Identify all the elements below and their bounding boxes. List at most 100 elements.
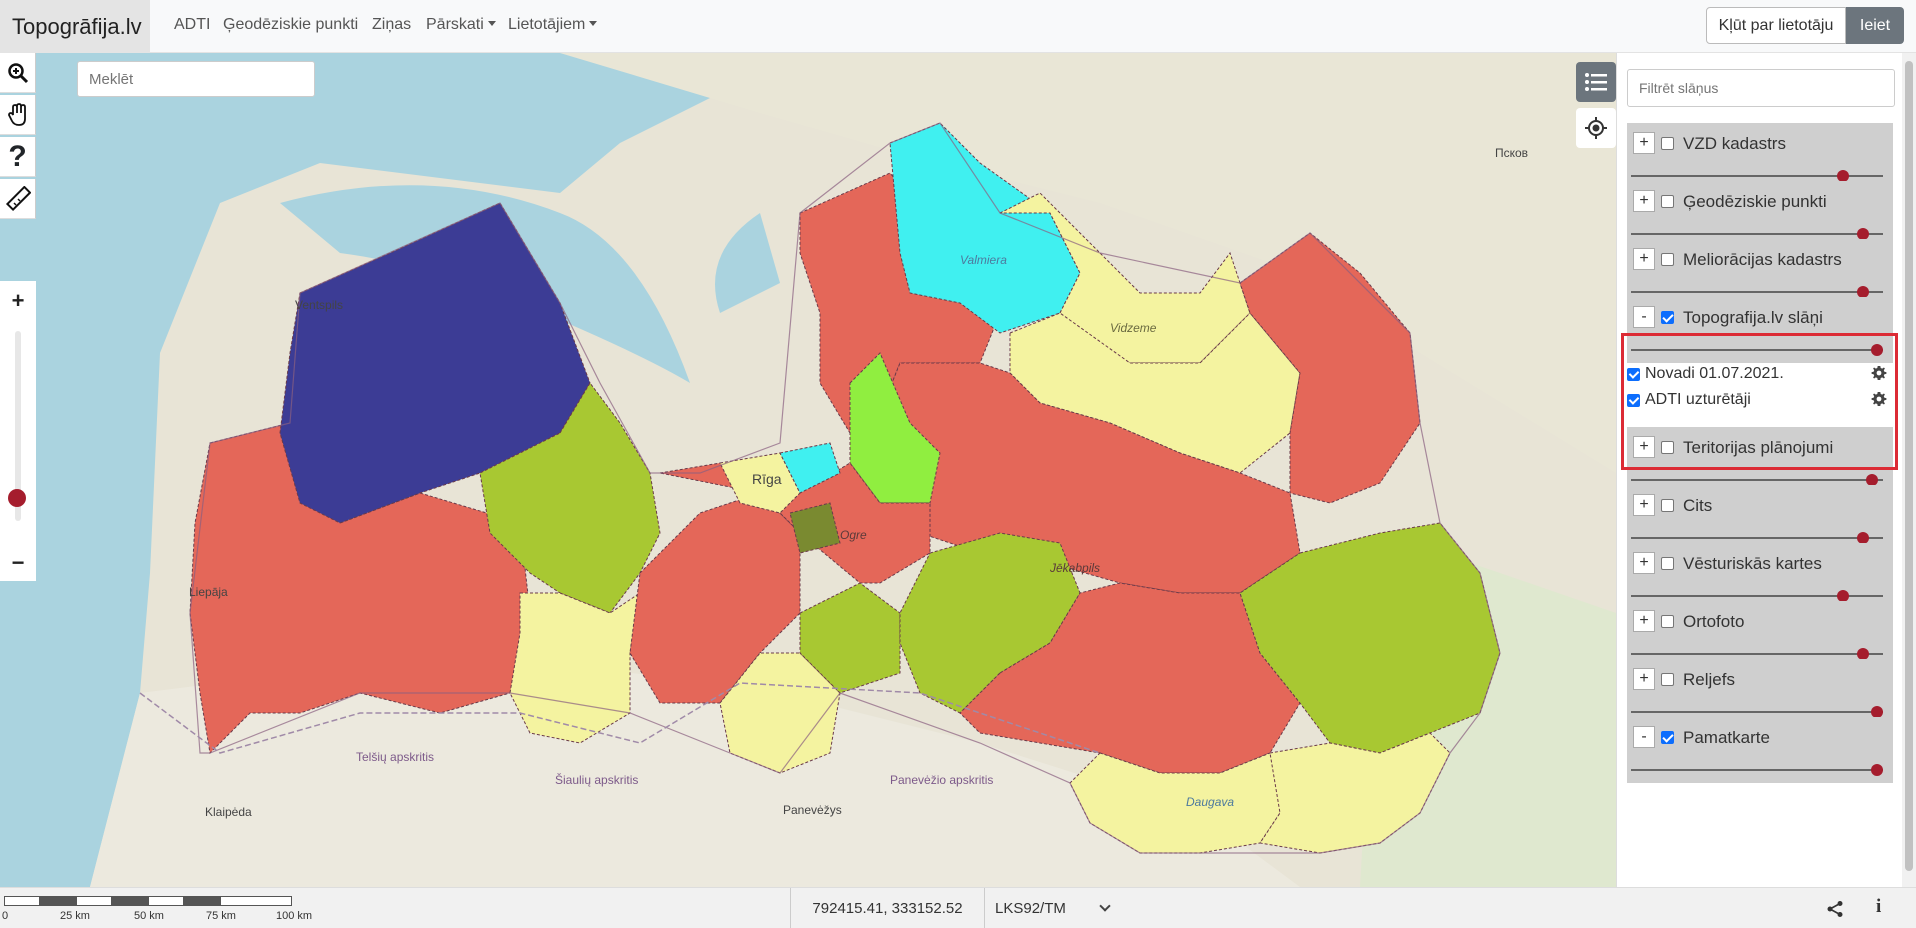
layer-group: + Ortofoto <box>1627 601 1893 667</box>
opacity-slider[interactable] <box>1631 532 1883 544</box>
layer-expand-toggle[interactable]: - <box>1633 726 1655 748</box>
layer-checkbox[interactable] <box>1661 253 1674 266</box>
crs-select[interactable]: LKS92/TM <box>995 888 1066 928</box>
layer-name: Topografija.lv slāņi <box>1683 308 1823 327</box>
scale-label: 0 <box>2 910 9 922</box>
map-label: Šiaulių apskritis <box>555 773 639 787</box>
nav-item-for-users-label: Lietotājiem <box>508 16 586 33</box>
opacity-slider[interactable] <box>1631 286 1883 298</box>
map-label: Ventspils <box>295 298 344 312</box>
nav-item-news[interactable]: Ziņas <box>372 16 411 34</box>
layer-checkbox[interactable] <box>1661 615 1674 628</box>
map-label: Panevėžio apskritis <box>890 773 994 787</box>
layer-expand-toggle[interactable]: + <box>1633 494 1655 516</box>
opacity-slider[interactable] <box>1631 228 1883 240</box>
map-label: Valmiera <box>960 253 1007 267</box>
brand-logo[interactable]: Topogrāfija.lv <box>0 0 150 53</box>
nav-item-adti[interactable]: ADTI <box>174 16 210 34</box>
opacity-slider[interactable] <box>1631 764 1883 776</box>
chevron-down-icon[interactable] <box>1099 900 1111 912</box>
map-label: Telšių apskritis <box>356 750 435 764</box>
layer-expand-toggle[interactable]: - <box>1633 306 1655 328</box>
layer-expand-toggle[interactable]: + <box>1633 668 1655 690</box>
layer-checkbox[interactable] <box>1661 673 1674 686</box>
layer-group: + Vēsturiskās kartes <box>1627 543 1893 609</box>
layer-expand-toggle[interactable]: + <box>1633 132 1655 154</box>
nav-item-reports[interactable]: Pārskati <box>426 16 496 34</box>
layer-expand-toggle[interactable]: + <box>1633 248 1655 270</box>
zoom-slider[interactable]: + − <box>0 281 36 581</box>
opacity-slider[interactable] <box>1631 170 1883 182</box>
geolocate-button[interactable] <box>1576 108 1616 148</box>
nav-item-for-users[interactable]: Lietotājiem <box>508 16 598 34</box>
opacity-slider-handle[interactable] <box>1871 764 1883 776</box>
layer-expand-toggle[interactable]: + <box>1633 190 1655 212</box>
layer-checkbox[interactable] <box>1661 311 1674 324</box>
hand-icon <box>7 102 26 126</box>
caret-down-icon <box>487 21 496 26</box>
scale-label: 50 km <box>134 910 164 922</box>
layer-checkbox[interactable] <box>1661 557 1674 570</box>
map-label: Panevėžys <box>783 803 842 817</box>
highlight-box <box>1621 333 1898 470</box>
layer-group: + Reljefs <box>1627 659 1893 725</box>
layer-name: Cits <box>1683 496 1713 515</box>
opacity-slider[interactable] <box>1631 590 1883 602</box>
scale-bar <box>4 896 294 906</box>
status-bar: 0 25 km 50 km 75 km 100 km 792415.41, 33… <box>0 887 1916 928</box>
map-label: Rīga <box>752 471 782 487</box>
zoom-out-button[interactable]: − <box>0 543 36 583</box>
zoom-slider-handle[interactable] <box>8 489 26 507</box>
layer-checkbox[interactable] <box>1661 195 1674 208</box>
map-view[interactable]: Valmiera Rīga Ogre Jēkabpils Vidzeme Lie… <box>0 53 1616 887</box>
info-icon[interactable]: i <box>1876 896 1881 918</box>
search-input[interactable] <box>77 61 315 97</box>
ruler-icon <box>5 185 31 211</box>
register-button[interactable]: Kļūt par lietotāju <box>1706 7 1846 44</box>
map-label: Ogre <box>840 528 867 542</box>
layer-checkbox[interactable] <box>1661 137 1674 150</box>
crosshair-icon <box>1585 117 1607 139</box>
layer-name: Ģeodēziskie punkti <box>1683 192 1827 211</box>
cursor-coordinates: 792415.41, 333152.52 <box>790 888 985 928</box>
top-navbar: Topogrāfija.lv ADTI Ģeodēziskie punkti Z… <box>0 0 1916 53</box>
layer-name: Meliorācijas kadastrs <box>1683 250 1842 269</box>
list-icon <box>1585 73 1607 91</box>
share-icon[interactable] <box>1826 900 1844 923</box>
map-label: Liepāja <box>189 585 228 599</box>
layer-expand-toggle[interactable]: + <box>1633 552 1655 574</box>
layer-group: + Meliorācijas kadastrs <box>1627 239 1893 305</box>
layer-group: + Ģeodēziskie punkti <box>1627 181 1893 247</box>
layer-checkbox[interactable] <box>1661 731 1674 744</box>
crs-label: LKS92/TM <box>995 900 1066 917</box>
layer-expand-toggle[interactable]: + <box>1633 610 1655 632</box>
measure-tool[interactable] <box>0 179 36 219</box>
scale-label: 100 km <box>276 910 313 922</box>
magnifier-plus-icon <box>7 62 28 83</box>
opacity-slider[interactable] <box>1631 474 1883 486</box>
map-label: Jēkabpils <box>1050 561 1101 575</box>
help-tool[interactable]: ? <box>0 137 36 177</box>
pan-tool[interactable] <box>0 95 36 135</box>
map-label: Vidzeme <box>1110 321 1157 335</box>
layers-toggle-button[interactable] <box>1576 62 1616 102</box>
zoom-in-button[interactable]: + <box>0 281 36 321</box>
opacity-slider[interactable] <box>1631 706 1883 718</box>
layers-panel: + VZD kadastrs + Ģeodēziskie punkti + Meliorā… <box>1616 53 1916 887</box>
map-canvas[interactable] <box>0 53 1616 887</box>
sidebar-scrollbar[interactable] <box>1902 53 1916 887</box>
zoom-in-tool[interactable] <box>0 53 36 93</box>
opacity-slider[interactable] <box>1631 648 1883 660</box>
layer-checkbox[interactable] <box>1661 499 1674 512</box>
question-icon: ? <box>8 139 27 173</box>
layer-group: + VZD kadastrs <box>1627 123 1893 189</box>
map-label: Daugava <box>1186 795 1235 809</box>
login-button[interactable]: Ieiet <box>1846 7 1904 44</box>
layer-filter-input[interactable] <box>1627 69 1895 107</box>
scrollbar-thumb[interactable] <box>1905 61 1913 871</box>
layer-group: - Pamatkarte <box>1627 717 1893 783</box>
layer-name: Vēsturiskās kartes <box>1683 554 1822 573</box>
scale-label: 75 km <box>206 910 236 922</box>
nav-item-geodetic-points[interactable]: Ģeodēziskie punkti <box>223 16 358 34</box>
caret-down-icon <box>589 21 598 26</box>
